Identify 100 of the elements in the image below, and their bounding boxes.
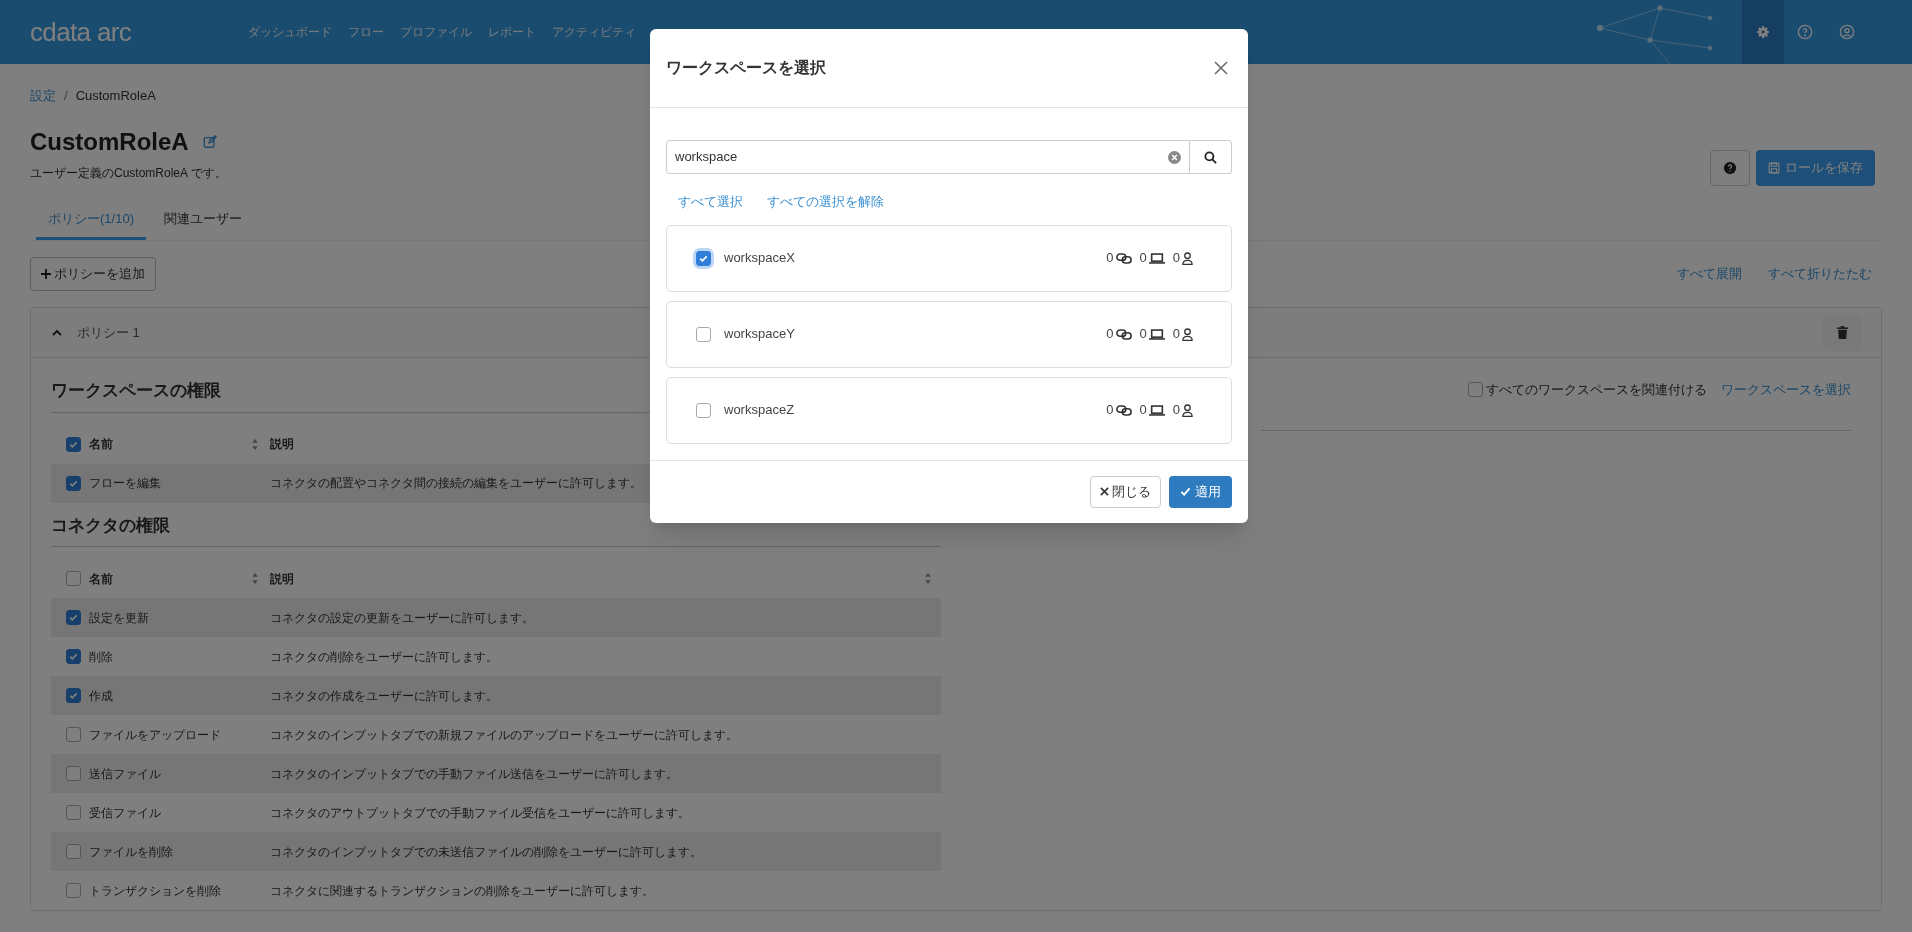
checkbox[interactable]	[66, 766, 81, 781]
checkbox[interactable]	[696, 250, 711, 266]
breadcrumb-link[interactable]: 設定	[30, 86, 56, 106]
policy-title: ポリシー 1	[77, 323, 140, 342]
table-cell: コネクタのアウトプットタブでの手動ファイル受信をユーザーに許可します。	[270, 805, 690, 820]
checkbox[interactable]	[66, 805, 81, 820]
search-button[interactable]	[1190, 140, 1232, 174]
edit-icon[interactable]	[202, 134, 217, 149]
checkbox[interactable]	[66, 436, 81, 452]
checkbox[interactable]	[696, 326, 711, 342]
link-icon	[1115, 404, 1132, 416]
column-header[interactable]: 名前	[89, 435, 113, 453]
header-action[interactable]	[1742, 0, 1784, 64]
table-cell: コネクタの削除をユーザーに許可します。	[270, 649, 498, 664]
table-cell: 送信ファイル	[89, 766, 161, 781]
settings-icon[interactable]	[1755, 24, 1771, 40]
table-cell: コネクタのインプットタブでの新規ファイルのアップロードをユーザーに許可します。	[270, 727, 738, 742]
checkbox[interactable]	[66, 610, 81, 625]
clear-icon[interactable]	[1168, 150, 1181, 164]
column-header[interactable]: 名前	[89, 569, 113, 588]
connector-count: 0	[1139, 325, 1147, 344]
sort-icon[interactable]	[925, 573, 931, 584]
save-button[interactable]: ロールを保存	[1756, 150, 1875, 186]
connection-count: 0	[1106, 325, 1114, 344]
column-header[interactable]: 説明	[270, 435, 294, 453]
column-header[interactable]: 説明	[270, 569, 294, 588]
connector-count: 0	[1139, 401, 1147, 420]
breadcrumb-current: CustomRoleA	[75, 87, 156, 105]
user-icon	[1182, 403, 1193, 417]
expand-all-link[interactable]: すべて展開	[1677, 264, 1742, 284]
table-cell: 受信ファイル	[89, 805, 161, 820]
link-icon	[1115, 328, 1132, 340]
delete-button[interactable]	[1823, 314, 1861, 351]
plus-icon	[41, 269, 51, 279]
check-icon	[68, 690, 79, 701]
checkbox-label: すべてのワークスペースを関連付ける	[1486, 381, 1707, 399]
close-icon	[1100, 487, 1109, 496]
help-button[interactable]	[1710, 150, 1750, 186]
close-icon[interactable]	[1214, 61, 1228, 75]
checkbox[interactable]	[66, 475, 81, 491]
breadcrumb-separator: /	[64, 87, 68, 105]
checkbox[interactable]	[66, 649, 81, 664]
search-input[interactable]: workspace	[675, 147, 1168, 167]
workspace-item[interactable]: workspaceX 0 0 0	[666, 224, 1232, 292]
laptop-icon	[1148, 328, 1165, 340]
search-field[interactable]: workspace	[666, 140, 1190, 174]
workspace-name: workspaceX	[724, 249, 795, 268]
table-cell: 設定を更新	[89, 610, 149, 625]
close-button[interactable]: 閉じる	[1090, 475, 1161, 508]
add-policy-button[interactable]: ポリシーを追加	[30, 257, 156, 291]
check-icon	[68, 612, 79, 623]
apply-button[interactable]: 適用	[1169, 475, 1232, 508]
user-icon	[1182, 251, 1193, 265]
checkbox[interactable]	[66, 883, 81, 898]
check-icon	[1180, 486, 1191, 497]
laptop-icon	[1148, 252, 1165, 264]
help-icon	[1723, 161, 1737, 175]
select-workspace-link[interactable]: ワークスペースを選択	[1721, 380, 1851, 400]
table-cell: コネクタの作成をユーザーに許可します。	[270, 688, 498, 703]
table-cell: コネクタの設定の更新をユーザーに許可します。	[270, 610, 534, 625]
checkbox[interactable]	[1468, 382, 1483, 398]
user-count: 0	[1172, 325, 1180, 344]
checkbox[interactable]	[66, 688, 81, 703]
link-icon	[1115, 252, 1132, 264]
workspace-name: workspaceY	[724, 325, 795, 344]
connection-count: 0	[1106, 249, 1114, 268]
table-cell: ファイルを削除	[89, 844, 173, 859]
table-cell: ファイルをアップロード	[89, 727, 221, 742]
trash-icon	[1836, 326, 1848, 339]
checkbox[interactable]	[66, 727, 81, 742]
role-description: ユーザー定義のCustomRoleA です。	[30, 164, 227, 182]
role-title: CustomRoleA	[30, 126, 189, 157]
checkbox[interactable]	[66, 844, 81, 859]
table-cell: コネクタに関連するトランザクションの削除をユーザーに許可します。	[270, 883, 654, 898]
workspace-item[interactable]: workspaceZ 0 0 0	[666, 376, 1232, 444]
connector-count: 0	[1139, 249, 1147, 268]
select-all-link[interactable]: すべて選択	[678, 192, 743, 212]
sort-icon[interactable]	[252, 573, 258, 584]
laptop-icon	[1148, 404, 1165, 416]
tab[interactable]: ポリシー(1/10)	[36, 200, 146, 240]
tab[interactable]: 関連ユーザー	[151, 200, 254, 240]
check-icon	[68, 651, 79, 662]
sort-icon[interactable]	[252, 438, 258, 450]
user-icon[interactable]	[1839, 24, 1855, 40]
modal-title: ワークスペースを選択	[666, 58, 826, 78]
user-count: 0	[1172, 401, 1180, 420]
table-cell: 削除	[89, 649, 113, 664]
table-cell: トランザクションを削除	[89, 883, 221, 898]
checkbox[interactable]	[696, 402, 711, 418]
workspace-item[interactable]: workspaceY 0 0 0	[666, 300, 1232, 368]
user-icon	[1182, 327, 1193, 341]
collapse-all-link[interactable]: すべて折りたたむ	[1768, 264, 1872, 284]
deselect-all-link[interactable]: すべての選択を解除	[767, 192, 884, 212]
logo: cdata arc	[30, 15, 133, 49]
table-cell: コネクタのインプットタブでの手動ファイル送信をユーザーに許可します。	[270, 766, 678, 781]
table-cell: コネクタの配置やコネクタ間の接続の編集をユーザーに許可します。	[270, 476, 642, 490]
connection-count: 0	[1106, 401, 1114, 420]
help-icon[interactable]	[1797, 24, 1813, 40]
checkbox[interactable]	[66, 571, 81, 586]
user-count: 0	[1172, 249, 1180, 268]
